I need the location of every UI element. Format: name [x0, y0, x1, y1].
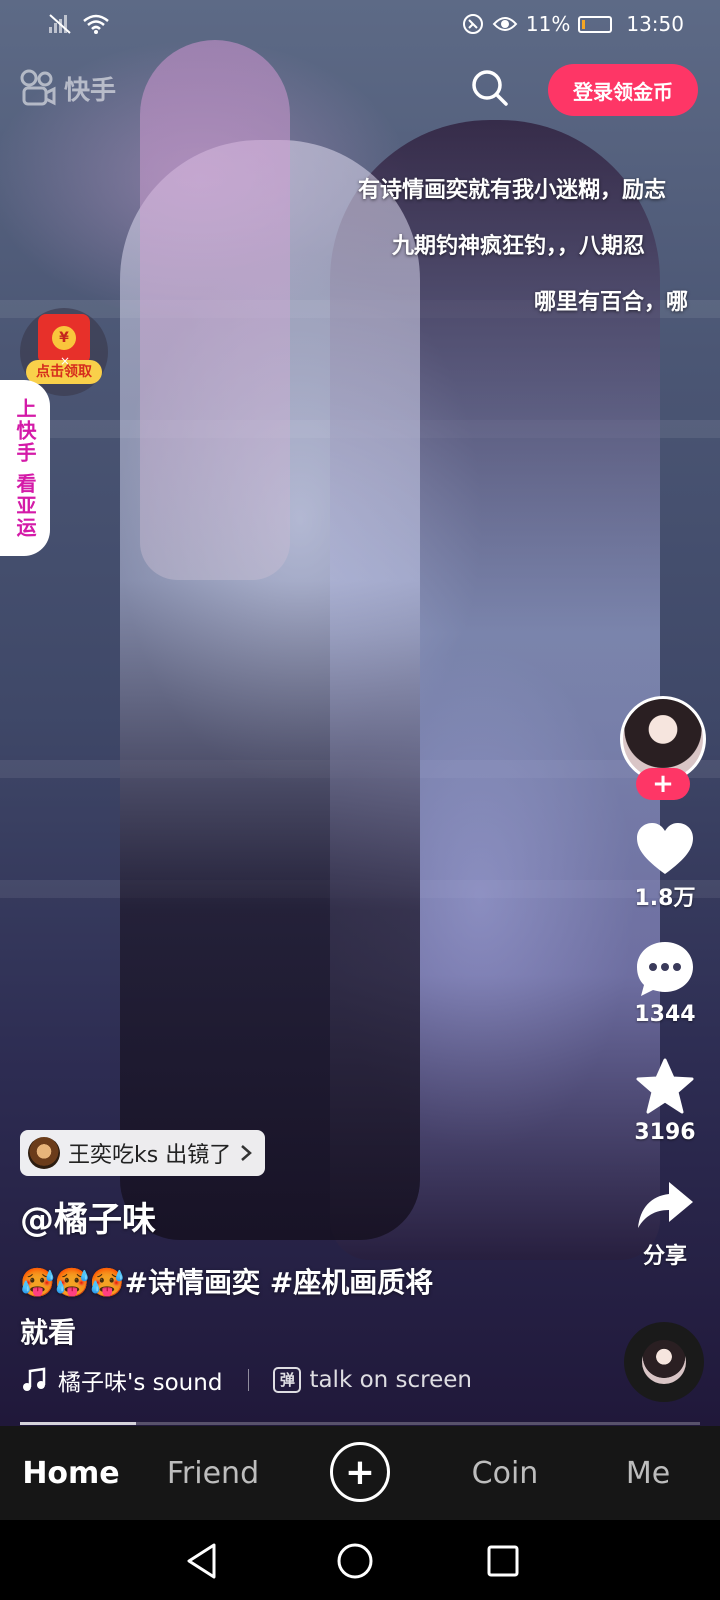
bottom-navigation: Home Friend + Coin Me: [0, 1426, 720, 1520]
video-progress-bar[interactable]: [20, 1422, 700, 1425]
comment-button[interactable]: 1344: [620, 940, 710, 1027]
banner-text: 上快手 看亚运: [13, 397, 37, 539]
close-icon[interactable]: ×: [58, 354, 72, 368]
caption-hashtags[interactable]: #诗情画奕 #座机画质将: [125, 1266, 434, 1299]
cameo-chip[interactable]: 王奕吃ks 出镜了: [20, 1130, 266, 1176]
caption-line2: 就看: [20, 1316, 77, 1349]
music-cover: [642, 1340, 686, 1384]
heart-icon: [637, 823, 693, 874]
favorite-button[interactable]: 3196: [620, 1058, 710, 1145]
login-earn-coins-button[interactable]: 登录领金币: [548, 64, 698, 116]
no-sim-signal-icon: [49, 14, 71, 34]
back-icon[interactable]: [184, 1542, 220, 1580]
post-caption[interactable]: 🥵🥵🥵#诗情画奕 #座机画质将 就看: [20, 1258, 580, 1358]
like-button[interactable]: 1.8万: [620, 822, 710, 912]
comment-count: 1344: [634, 1002, 696, 1027]
coin-icon: ¥: [52, 326, 76, 350]
danmaku-label: talk on screen: [309, 1367, 472, 1393]
danmaku-comment: 哪里有百合，哪: [534, 290, 689, 315]
share-label: 分享: [642, 1244, 687, 1269]
music-disc[interactable]: [624, 1322, 704, 1402]
nfc-icon: [462, 14, 483, 34]
comment-icon: [637, 942, 693, 996]
search-button[interactable]: [468, 66, 512, 110]
sound-name[interactable]: 橘子味's sound: [58, 1363, 222, 1397]
follow-button[interactable]: +: [636, 768, 690, 800]
danmaku-toggle[interactable]: 弹 talk on screen: [273, 1367, 472, 1393]
cameo-text: 王奕吃ks 出镜了: [68, 1143, 232, 1168]
system-navigation-bar: [0, 1520, 720, 1600]
logo-text: 快手: [64, 75, 117, 106]
nav-home[interactable]: Home: [0, 1426, 142, 1520]
music-note-icon: [23, 1367, 46, 1391]
battery-icon: [578, 15, 613, 33]
danmaku-comment: 有诗情画奕就有我小迷糊，励志: [358, 178, 667, 203]
kuaishou-logo-icon: [20, 69, 56, 106]
home-circle-icon[interactable]: [336, 1542, 374, 1580]
favorite-count: 3196: [634, 1120, 696, 1145]
clock: 13:50: [626, 12, 684, 36]
star-icon: [636, 1058, 694, 1114]
divider: [248, 1369, 250, 1391]
danmaku-icon: 弹: [273, 1367, 302, 1393]
caption-emoji: 🥵🥵🥵: [20, 1266, 125, 1299]
danmaku-comment: 九期钓神疯狂钓，，八期忍: [392, 234, 646, 259]
like-count: 1.8万: [634, 886, 696, 911]
video-progress-fill: [20, 1422, 136, 1425]
battery-percent: 11%: [525, 12, 571, 36]
asian-games-banner[interactable]: 上快手 看亚运: [0, 380, 50, 556]
create-post-button[interactable]: +: [330, 1442, 390, 1502]
app-logo: 快手: [18, 68, 116, 108]
wifi-icon: [83, 14, 109, 34]
video-figure: [140, 40, 290, 580]
top-header: 快手 登录领金币: [0, 62, 720, 118]
share-button[interactable]: 分享: [620, 1178, 710, 1270]
author-username[interactable]: @橘子味: [20, 1192, 156, 1241]
nav-me[interactable]: Me: [576, 1426, 720, 1520]
eye-comfort-icon: [492, 17, 518, 31]
nav-coin[interactable]: Coin: [434, 1426, 576, 1520]
status-bar: 11% 13:50: [0, 0, 720, 48]
search-icon: [472, 70, 508, 106]
cameo-avatar: [28, 1137, 60, 1169]
recents-icon[interactable]: [486, 1544, 520, 1578]
sound-row: 橘子味's sound 弹 talk on screen: [22, 1362, 582, 1398]
share-icon: [638, 1182, 693, 1228]
nav-friend[interactable]: Friend: [142, 1426, 284, 1520]
chevron-right-icon: [241, 1145, 253, 1161]
